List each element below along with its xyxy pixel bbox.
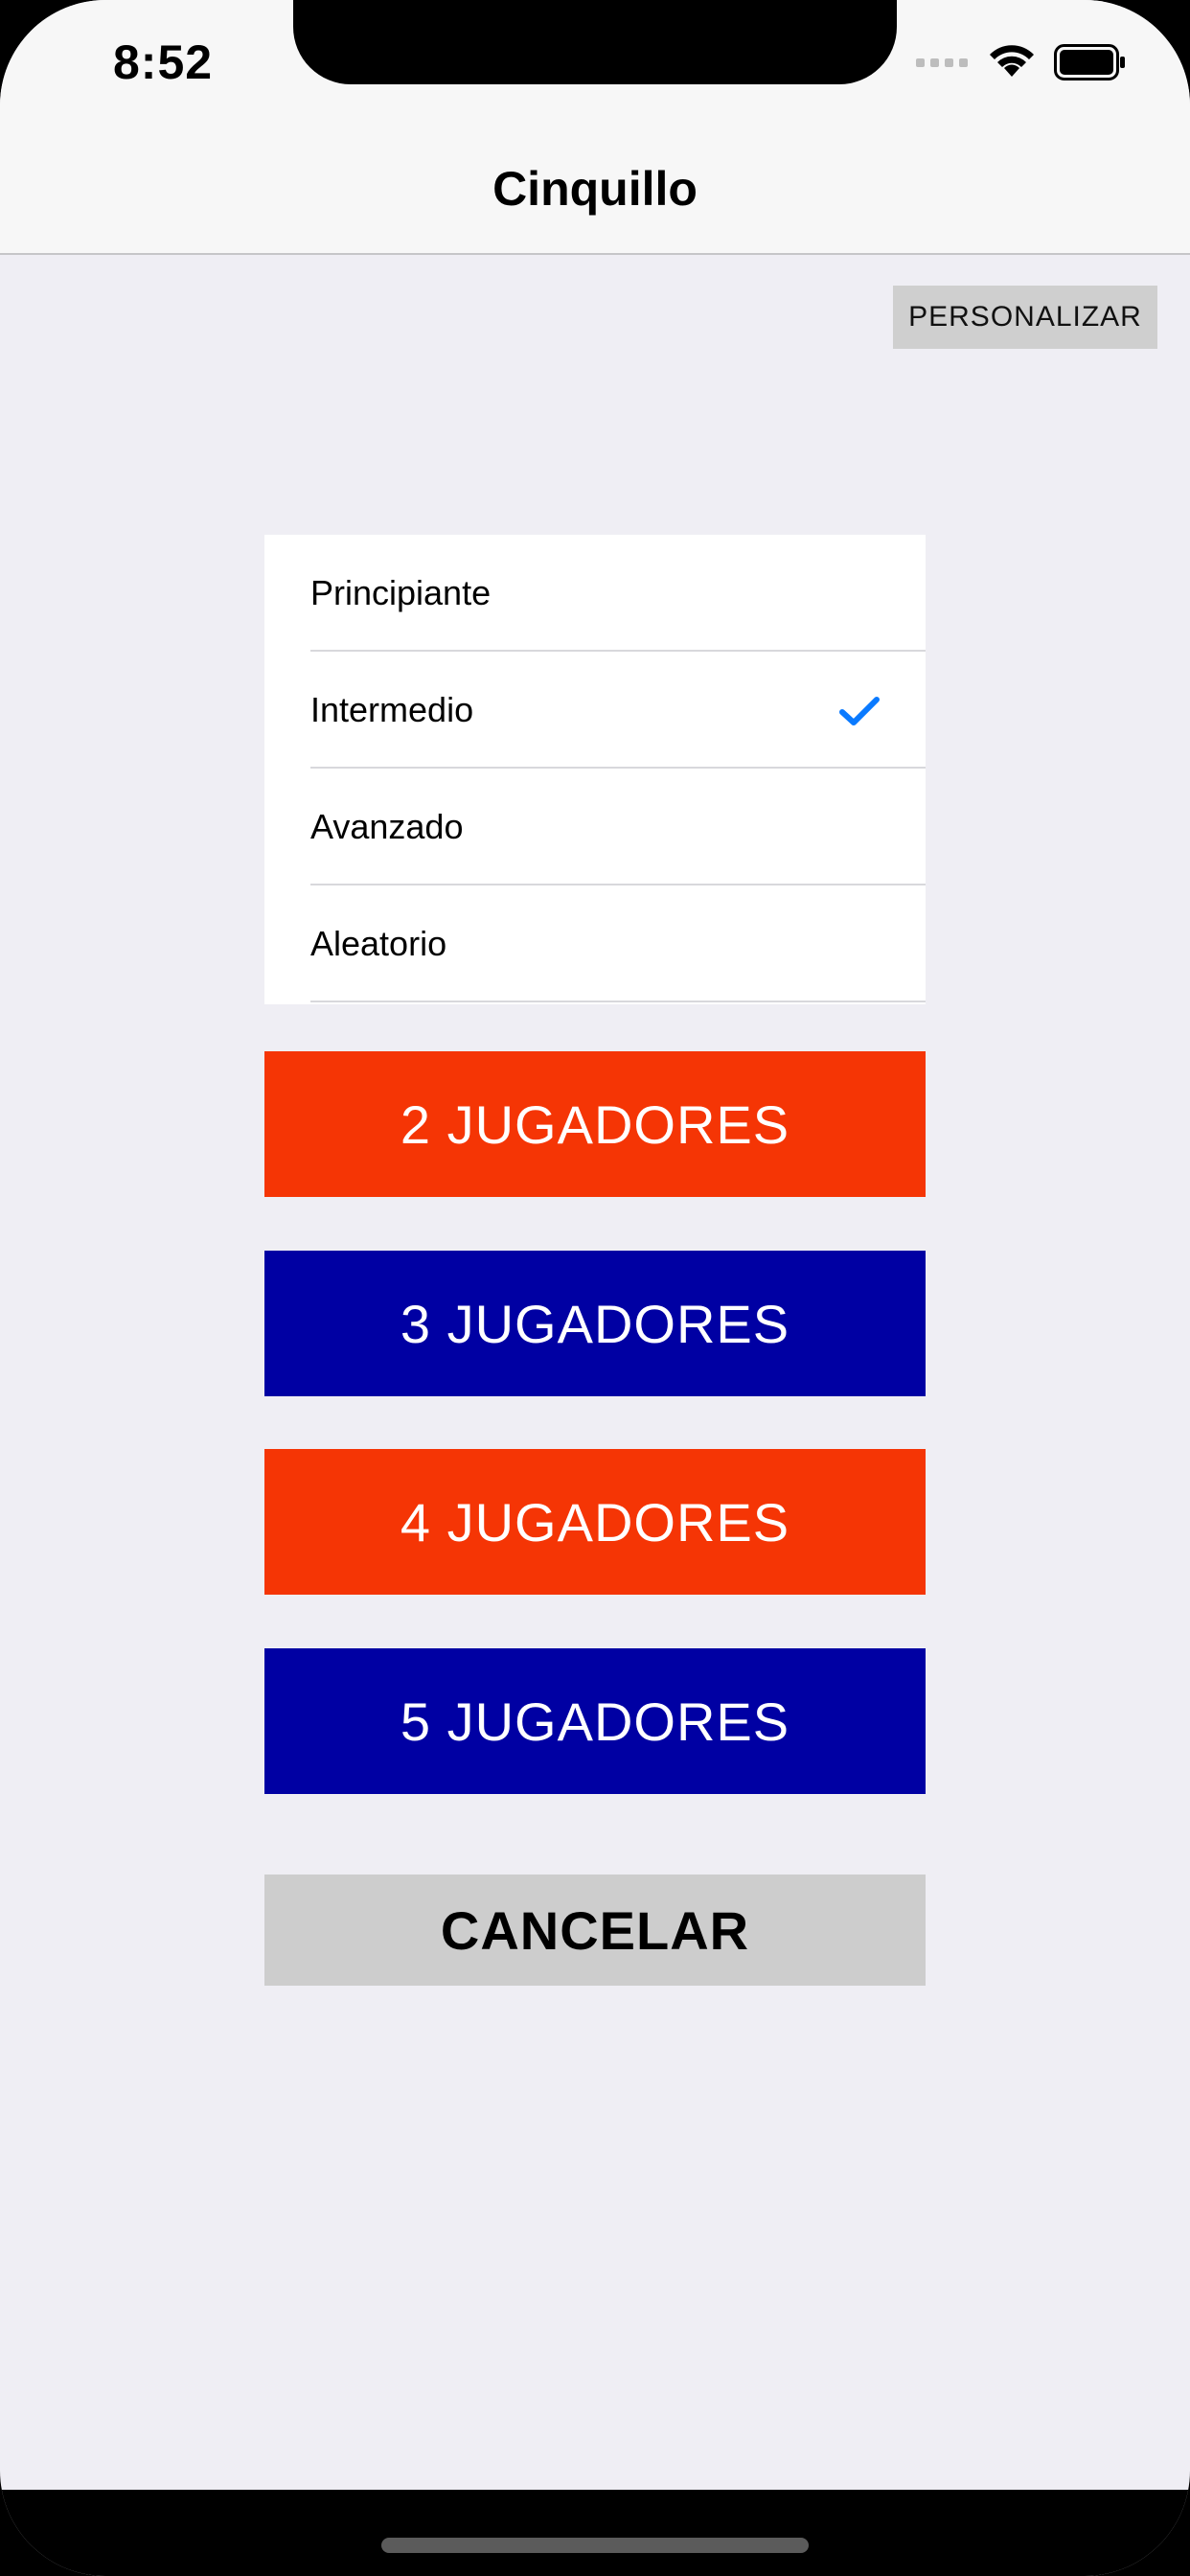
status-bar: 8:52 (0, 0, 1190, 125)
customize-button[interactable]: PERSONALIZAR (893, 286, 1157, 349)
checkmark-icon (839, 697, 880, 725)
four-players-button[interactable]: 4 JUGADORES (264, 1449, 926, 1595)
difficulty-list: Principiante Intermedio Avanzado Aleator… (264, 535, 926, 1004)
device-notch (293, 0, 897, 84)
difficulty-item-aleatorio[interactable]: Aleatorio (264, 886, 926, 1002)
difficulty-item-intermedio[interactable]: Intermedio (264, 652, 926, 769)
difficulty-item-label: Avanzado (310, 807, 464, 846)
status-time: 8:52 (113, 35, 214, 89)
difficulty-item-principiante[interactable]: Principiante (264, 535, 926, 652)
five-players-button[interactable]: 5 JUGADORES (264, 1648, 926, 1794)
home-indicator-area (0, 2490, 1190, 2576)
two-players-button[interactable]: 2 JUGADORES (264, 1051, 926, 1197)
home-indicator[interactable] (381, 2538, 809, 2553)
difficulty-item-label: Intermedio (310, 690, 474, 729)
difficulty-item-label: Principiante (310, 573, 492, 612)
difficulty-item-label: Aleatorio (310, 924, 447, 963)
cancel-button[interactable]: CANCELAR (264, 1874, 926, 1986)
status-icons (916, 44, 1127, 80)
signal-dots-icon (916, 58, 968, 67)
page-title: Cinquillo (492, 162, 698, 216)
wifi-icon (990, 45, 1034, 77)
navigation-bar: Cinquillo (0, 125, 1190, 255)
three-players-button[interactable]: 3 JUGADORES (264, 1251, 926, 1396)
battery-icon (1054, 44, 1125, 80)
app-screen: 8:52 Cinquillo PERSONALIZAR Principiante… (0, 0, 1190, 2576)
difficulty-item-avanzado[interactable]: Avanzado (264, 769, 926, 886)
